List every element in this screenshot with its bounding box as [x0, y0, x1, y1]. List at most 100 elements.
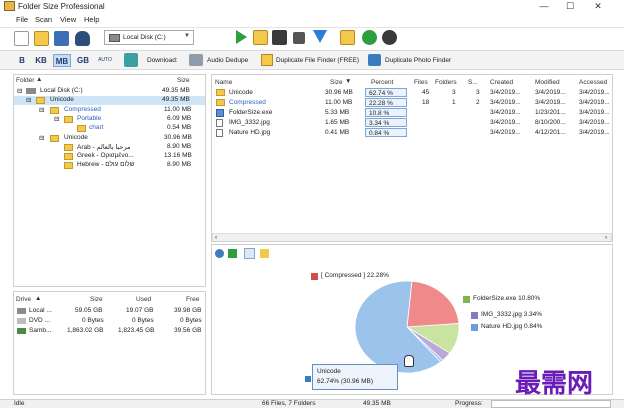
download-label: Download: — [147, 57, 178, 64]
file-modified: 4/12/201... — [535, 129, 566, 136]
save-icon[interactable] — [54, 31, 69, 46]
new-icon[interactable] — [14, 31, 29, 46]
file-folders: 3 — [452, 89, 456, 96]
chart-tooltip: Unicode 62.74% (30.96 MB) — [312, 364, 398, 390]
legend-swatch — [463, 296, 470, 303]
drives-pane: Drive ▲ Size Used Free Local ... 59.05 G… — [13, 291, 206, 395]
col-files[interactable]: Files — [414, 79, 428, 86]
duplicate-photo-finder-link[interactable]: Duplicate Photo Finder — [385, 57, 451, 64]
drives-header-size[interactable]: Size — [90, 296, 103, 303]
tree-row[interactable]: ⊟ Unicode 30.96 MB — [14, 134, 205, 143]
file-s: 3 — [476, 89, 480, 96]
tree-label: Arab - مرحبا بالعالم — [77, 144, 131, 151]
unit-gb-button[interactable]: GB — [75, 54, 91, 67]
open-folder-icon[interactable] — [34, 31, 49, 46]
horizontal-scrollbar[interactable]: ‹ › — [212, 233, 612, 241]
file-size: 11.00 MB — [325, 99, 353, 106]
drive-select[interactable]: Local Disk (C:) ▼ — [104, 30, 194, 45]
tooltip-value: 62.74% (30.96 MB) — [317, 378, 374, 385]
scroll-left-icon[interactable]: ‹ — [215, 234, 217, 241]
tree-row-selected[interactable]: ⊟ Unicode 49.35 MB — [14, 96, 205, 105]
file-row[interactable]: IMG_3332.jpg 1.65 MB 3/4/2019... 8/10/200..… — [212, 118, 612, 128]
drive-name: Samb... — [29, 327, 52, 334]
drives-header-used[interactable]: Used — [136, 296, 151, 303]
col-created[interactable]: Created — [490, 79, 513, 86]
col-s[interactable]: S... — [468, 79, 478, 86]
file-size: 0.41 MB — [325, 129, 350, 136]
legend-label: [ Compressed ] 22.28% — [321, 272, 389, 279]
unit-auto-button[interactable]: AUTO — [95, 54, 115, 67]
scan-folder-icon[interactable] — [253, 30, 268, 45]
menu-scan[interactable]: Scan — [35, 15, 52, 24]
collapse-icon[interactable]: ⊟ — [54, 115, 59, 123]
file-name: Compressed — [229, 99, 266, 106]
drives-header-free[interactable]: Free — [186, 296, 199, 303]
col-percent[interactable]: Percent — [371, 79, 393, 86]
status-total: 49.35 MB — [363, 400, 391, 407]
drive-row[interactable]: DVD ... 0 Bytes 0 Bytes 0 Bytes — [14, 317, 205, 326]
back-icon[interactable] — [362, 30, 377, 45]
audio-dedupe-link[interactable]: Audio Dedupe — [207, 57, 248, 64]
file-row[interactable]: Unicode 30.96 MB 45 3 3 3/4/2019... 3/4/2019..… — [212, 88, 612, 98]
hand-cursor-icon — [404, 355, 414, 367]
tree-header-size[interactable]: Size — [177, 77, 190, 84]
file-row[interactable]: Compressed 11.00 MB 18 1 2 3/4/2019... 3/4/201… — [212, 98, 612, 108]
network-icon[interactable] — [124, 53, 138, 67]
dvd-icon — [17, 318, 26, 324]
drive-row[interactable]: Samb... 1,863.02 GB 1,823.45 GB 39.56 GB — [14, 327, 205, 336]
drive-row[interactable]: Local ... 59.05 GB 19.07 GB 39.98 GB — [14, 307, 205, 316]
unit-b-button[interactable]: B — [17, 54, 27, 67]
chevron-down-icon: ▼ — [184, 33, 190, 39]
tree-row[interactable]: Greek - Ορισμένο... 13.16 MB — [14, 152, 205, 161]
file-row[interactable]: Nature HD.jpg 0.41 MB 3/4/2019... 4/12/201.… — [212, 128, 612, 138]
close-button[interactable]: ✕ — [586, 0, 610, 13]
favorite-folder-icon[interactable] — [340, 30, 355, 45]
col-name[interactable]: Name — [215, 79, 232, 86]
menu-help[interactable]: Help — [84, 15, 99, 24]
file-list-pane: Name Size ▼ Percent Files Folders S... C… — [211, 74, 613, 242]
tree-row[interactable]: ⊟ Local Disk (C:) 49.35 MB — [14, 87, 205, 96]
collapse-icon[interactable]: ⊟ — [39, 134, 44, 142]
collapse-icon[interactable]: ⊟ — [17, 87, 22, 95]
drive-free: 39.98 GB — [174, 307, 202, 314]
unit-mb-button[interactable]: MB — [53, 54, 71, 67]
col-size[interactable]: Size — [330, 79, 343, 86]
image-file-icon — [216, 119, 223, 127]
col-folders[interactable]: Folders — [435, 79, 457, 86]
tree-row[interactable]: Hebrew - שלום עולם 8.90 MB — [14, 161, 205, 170]
file-folders: 1 — [452, 99, 456, 106]
drives-header-drive[interactable]: Drive — [16, 296, 31, 303]
drive-free: 39.56 GB — [174, 327, 202, 334]
file-percent: 62.74 % — [369, 90, 393, 97]
unit-kb-button[interactable]: KB — [33, 54, 49, 67]
col-accessed[interactable]: Accessed — [579, 79, 607, 86]
tree-row[interactable]: chart 0.54 MB — [14, 124, 205, 133]
file-row[interactable]: FolderSize.exe 5.33 MB 3/4/2019... 1/23/201… — [212, 108, 612, 118]
pie-slice-compressed[interactable] — [406, 280, 460, 328]
tree-size: 49.35 MB — [162, 96, 190, 103]
duplicate-file-finder-link[interactable]: Duplicate File Finder (FREE) — [276, 57, 359, 64]
tree-header-folder[interactable]: Folder — [16, 77, 34, 84]
drive-icon — [17, 308, 26, 314]
stop-scan-icon[interactable] — [272, 30, 287, 45]
stop-icon[interactable] — [293, 32, 305, 44]
col-modified[interactable]: Modified — [535, 79, 560, 86]
tree-row[interactable]: ⊟ Portable 6.09 MB — [14, 115, 205, 124]
menu-file[interactable]: File — [16, 15, 28, 24]
shield-icon[interactable] — [75, 31, 90, 46]
scroll-right-icon[interactable]: › — [605, 234, 607, 241]
collapse-icon[interactable]: ⊟ — [39, 106, 44, 114]
maximize-button[interactable]: ☐ — [558, 0, 582, 13]
tree-row[interactable]: ⊟ Compressed 11.00 MB — [14, 106, 205, 115]
play-icon[interactable] — [236, 30, 247, 44]
minimize-button[interactable]: — — [532, 0, 556, 13]
menu-view[interactable]: View — [60, 15, 76, 24]
folder-icon — [216, 99, 225, 106]
filter-icon[interactable] — [313, 30, 327, 43]
collapse-icon[interactable]: ⊟ — [26, 96, 31, 104]
forward-icon[interactable] — [382, 30, 397, 45]
tree-row[interactable]: Arab - مرحبا بالعالم 8.90 MB — [14, 143, 205, 152]
file-name: Nature HD.jpg — [229, 129, 271, 136]
percent-bar: 0.84 % — [365, 128, 407, 137]
image-file-icon — [216, 129, 223, 137]
